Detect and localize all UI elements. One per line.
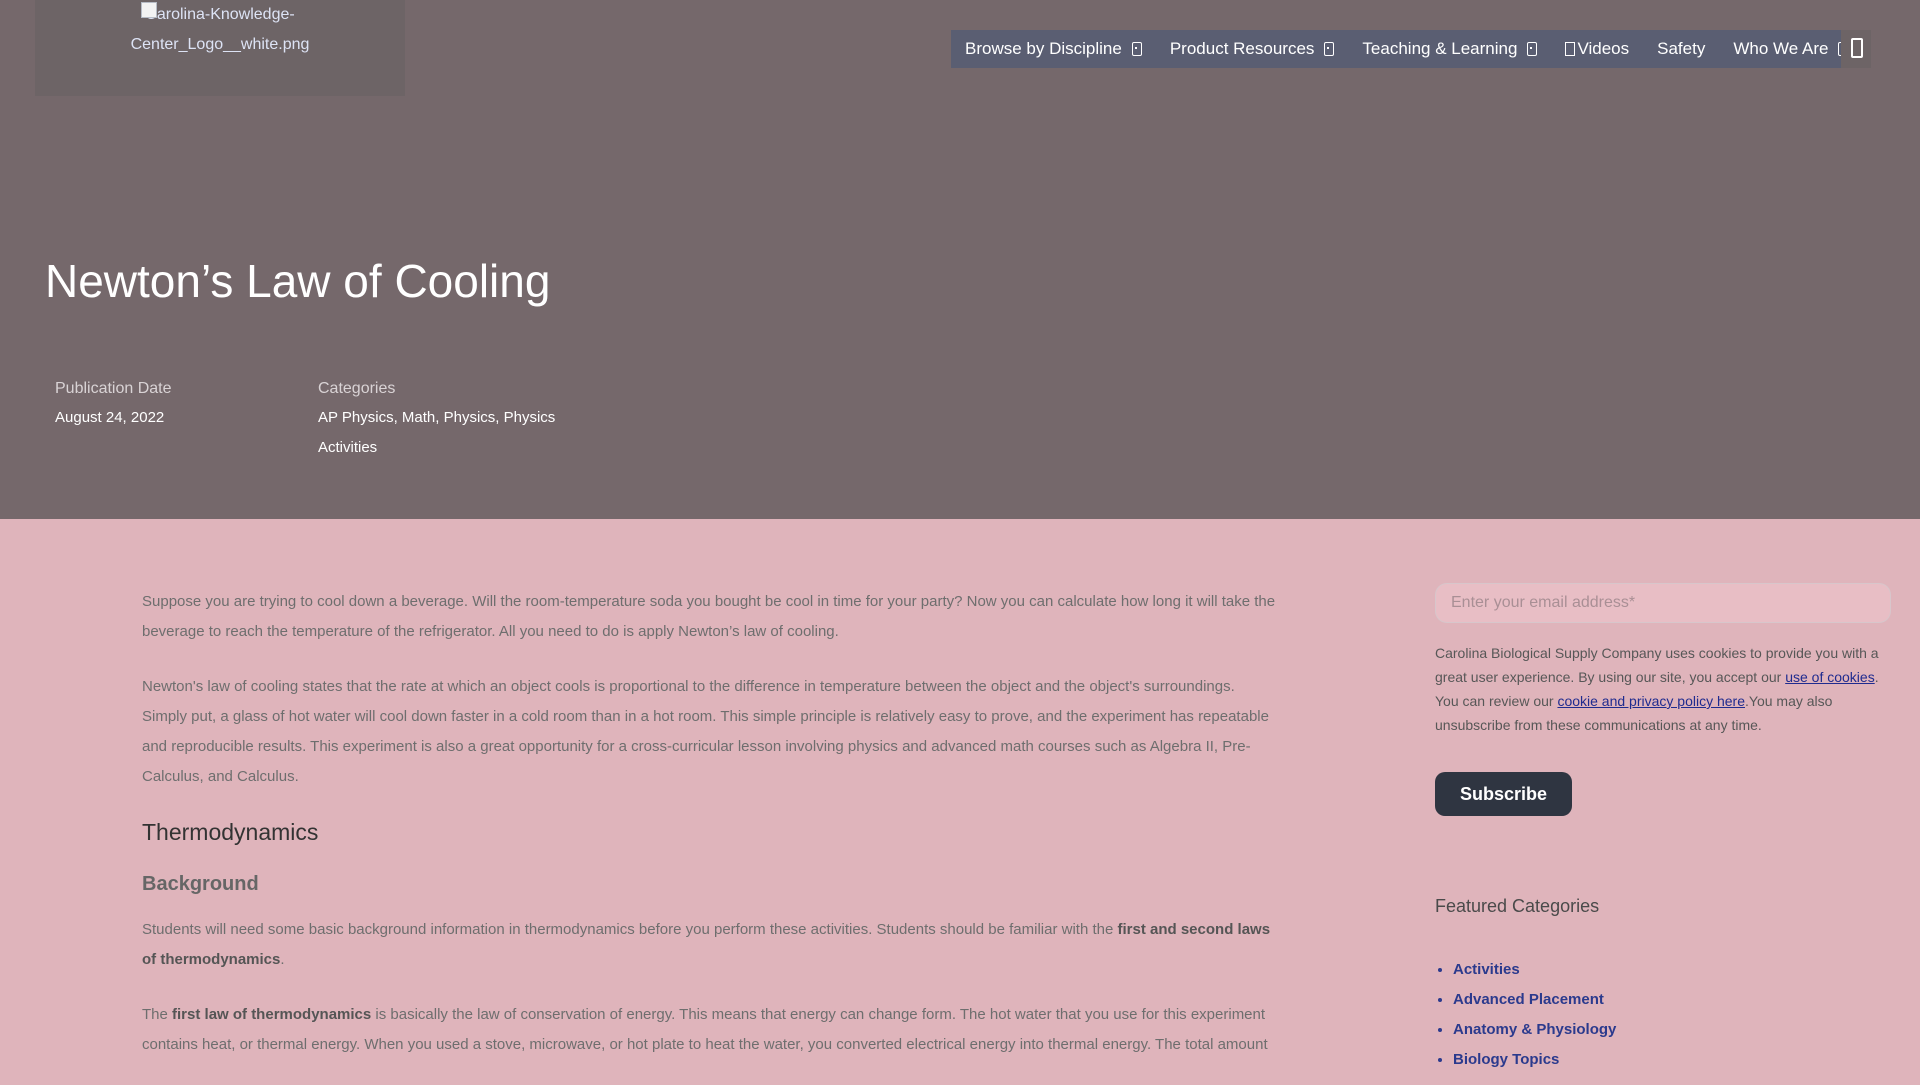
featured-category-link[interactable]: Activities	[1453, 961, 1520, 978]
background-paragraph: Students will need some basic background…	[142, 915, 1277, 975]
nav-videos[interactable]: Videos	[1551, 30, 1643, 68]
privacy-policy-link[interactable]: cookie and privacy policy here	[1557, 693, 1745, 709]
use-of-cookies-link[interactable]: use of cookies	[1785, 669, 1875, 685]
publication-date: August 24, 2022	[55, 409, 165, 426]
featured-category-link[interactable]: Advanced Placement	[1453, 991, 1604, 1008]
nav-teaching-learning[interactable]: Teaching & Learning	[1348, 30, 1551, 68]
nav-label: Safety	[1657, 39, 1706, 58]
publication-date-label: Publication Date	[55, 380, 172, 397]
intro-paragraph-1: Suppose you are trying to cool down a be…	[142, 593, 1276, 640]
cookie-consent-text: Carolina Biological Supply Company uses …	[1435, 641, 1895, 737]
text-segment: .	[280, 951, 285, 968]
subscribe-button[interactable]: Subscribe	[1435, 772, 1572, 816]
logo-alt-text: Carolina-Knowledge-Center_Logo__white.pn…	[130, 6, 310, 53]
nav-label: Product Resources	[1169, 39, 1315, 58]
nav-label: Teaching & Learning	[1362, 39, 1518, 58]
search-toggle-button[interactable]	[1841, 30, 1871, 68]
nav-safety[interactable]: Safety	[1643, 30, 1719, 68]
bold-text: first law of thermodynamics	[172, 1006, 372, 1023]
logo-image[interactable]: Carolina-Knowledge-Center_Logo__white.pn…	[106, 0, 334, 60]
site-logo[interactable]: Carolina-Knowledge-Center_Logo__white.pn…	[35, 0, 405, 96]
chevron-down-icon	[1324, 42, 1335, 56]
nav-product-resources[interactable]: Product Resources	[1156, 30, 1349, 68]
categories-line-2[interactable]: Activities	[318, 433, 377, 463]
featured-categories-list: Activities Advanced Placement Anatomy & …	[1435, 955, 1616, 1075]
featured-category-link[interactable]: Anatomy & Physiology	[1453, 1021, 1616, 1038]
hero-banner: Carolina-Knowledge-Center_Logo__white.pn…	[0, 0, 1920, 519]
text-segment: Students will need some basic background…	[142, 921, 1118, 938]
heading-background: Background	[142, 873, 259, 895]
main-nav: Browse by Discipline Product Resources T…	[951, 30, 1849, 68]
categories-label: Categories	[318, 380, 396, 397]
featured-categories-title: Featured Categories	[1435, 896, 1600, 916]
video-icon	[1565, 42, 1576, 56]
nav-browse-by-discipline[interactable]: Browse by Discipline	[951, 30, 1156, 68]
page-title: Newton’s Law of Cooling	[45, 255, 551, 307]
nav-label: Who We Are	[1733, 39, 1829, 58]
nav-label: Videos	[1577, 39, 1630, 58]
categories-line-1[interactable]: AP Physics, Math, Physics, Physics	[318, 403, 555, 433]
heading-thermodynamics: Thermodynamics	[142, 819, 319, 845]
intro-paragraph-2: Newton's law of cooling states that the …	[142, 678, 1269, 785]
search-icon	[1851, 38, 1863, 58]
broken-image-icon	[141, 2, 157, 18]
list-item: Activities	[1453, 955, 1616, 985]
list-item: Anatomy & Physiology	[1453, 1015, 1616, 1045]
first-law-paragraph: The first law of thermodynamics is basic…	[142, 1000, 1277, 1060]
article-body: Suppose you are trying to cool down a be…	[142, 587, 1277, 1085]
text-segment: The	[142, 1006, 173, 1023]
chevron-down-icon	[1527, 42, 1538, 56]
nav-label: Browse by Discipline	[965, 39, 1122, 58]
list-item: Advanced Placement	[1453, 985, 1616, 1015]
list-item: Biology Topics	[1453, 1045, 1616, 1075]
featured-category-link[interactable]: Biology Topics	[1453, 1051, 1559, 1068]
chevron-down-icon	[1131, 42, 1142, 56]
email-field[interactable]	[1435, 583, 1891, 623]
